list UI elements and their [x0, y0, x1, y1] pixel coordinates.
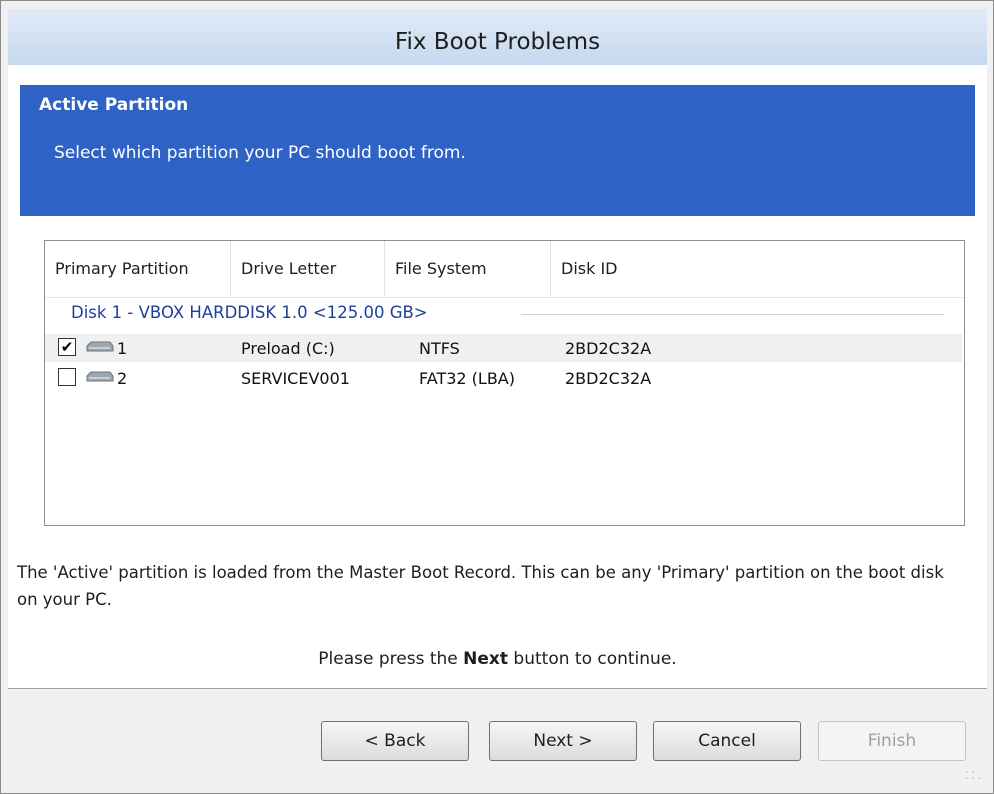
next-hint: Please press the Next button to continue…: [8, 649, 987, 669]
drive-letter: Preload (C:): [241, 339, 335, 358]
partition-list[interactable]: Primary Partition Drive Letter File Syst…: [44, 240, 965, 526]
partition-number: 2: [117, 369, 128, 388]
disk-id: 2BD2C32A: [565, 369, 652, 388]
button-bar: < Back Next > Cancel Finish · · · · ·: [8, 689, 987, 789]
primary-partition-checkbox[interactable]: ✔: [58, 338, 76, 356]
primary-partition-checkbox[interactable]: [58, 368, 76, 386]
dialog-content: Active Partition Select which partition …: [8, 65, 987, 789]
fix-boot-dialog: Fix Boot Problems Active Partition Selec…: [0, 0, 994, 794]
file-system: FAT32 (LBA): [419, 369, 515, 388]
column-disk-id[interactable]: Disk ID: [551, 241, 962, 297]
back-button[interactable]: < Back: [321, 721, 469, 761]
window-title: Fix Boot Problems: [394, 29, 601, 55]
drive-letter: SERVICEV001: [241, 369, 350, 388]
disk-id: 2BD2C32A: [565, 339, 652, 358]
file-system: NTFS: [419, 339, 460, 358]
column-file-system[interactable]: File System: [385, 241, 551, 297]
info-text: The 'Active' partition is loaded from th…: [17, 563, 944, 609]
partition-row[interactable]: 2 SERVICEV001 FAT32 (LBA) 2BD2C32A: [45, 364, 962, 392]
hint-suffix: button to continue.: [513, 649, 677, 669]
header-banner: Active Partition Select which partition …: [20, 85, 975, 216]
partition-number: 1: [117, 339, 128, 358]
column-drive-letter[interactable]: Drive Letter: [231, 241, 385, 297]
column-primary-partition[interactable]: Primary Partition: [45, 241, 231, 297]
disk-group-label: Disk 1 - VBOX HARDDISK 1.0 <125.00 GB>: [71, 303, 428, 322]
finish-button[interactable]: Finish: [818, 721, 966, 761]
resize-grip-icon[interactable]: · · · · ·: [965, 769, 981, 785]
banner-subtitle: Select which partition your PC should bo…: [54, 143, 466, 163]
next-button[interactable]: Next >: [489, 721, 637, 761]
hint-next-bold: Next: [463, 649, 509, 669]
banner-heading: Active Partition: [39, 95, 189, 115]
hard-disk-icon: [86, 371, 114, 382]
group-divider: [521, 314, 944, 315]
disk-group-header: Disk 1 - VBOX HARDDISK 1.0 <125.00 GB>: [45, 301, 964, 327]
hard-disk-icon: [86, 341, 114, 352]
hint-prefix: Please press the: [318, 649, 458, 669]
partition-row[interactable]: ✔ 1 Preload (C:) NTFS 2BD2C32A: [45, 334, 962, 362]
cancel-button[interactable]: Cancel: [653, 721, 801, 761]
list-header: Primary Partition Drive Letter File Syst…: [45, 241, 964, 298]
title-bar[interactable]: Fix Boot Problems: [8, 9, 987, 66]
